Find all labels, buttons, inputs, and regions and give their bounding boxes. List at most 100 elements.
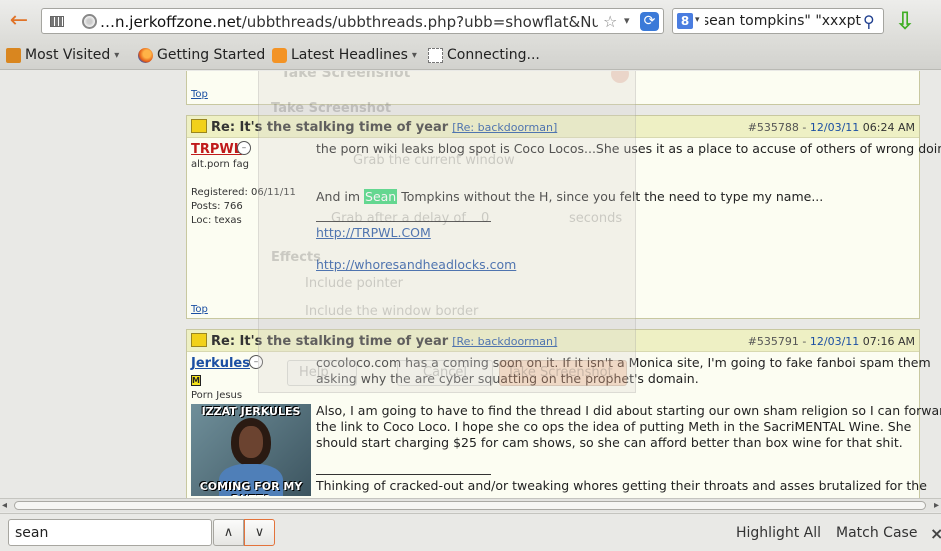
- chevron-down-icon: ∨: [254, 525, 265, 540]
- find-input[interactable]: [8, 519, 212, 546]
- reply-to-link[interactable]: [Re: backdoorman]: [452, 121, 557, 134]
- text-segment: And im: [316, 189, 365, 204]
- google-icon[interactable]: 8: [677, 13, 693, 29]
- post-line: the porn wiki leaks blog spot is Coco Lo…: [316, 141, 941, 156]
- search-bar[interactable]: 8 ▾ sean tompkins" "xxxpt" ⚲: [672, 8, 884, 34]
- bookmark-latest-headlines[interactable]: Latest Headlines ▾: [272, 47, 417, 63]
- post-535788: Re: It's the stalking time of year [Re: b…: [186, 115, 941, 319]
- subject-text: Re: It's the stalking time of year: [211, 120, 449, 135]
- subject-text: Re: It's the stalking time of year: [211, 334, 449, 349]
- post-header: Re: It's the stalking time of year [Re: b…: [187, 330, 919, 352]
- username-link[interactable]: TRPWL: [191, 142, 242, 157]
- post-header: Re: It's the stalking time of year [Re: b…: [187, 116, 919, 138]
- user-stats: Registered: 06/11/11 Posts: 766 Loc: tex…: [191, 186, 296, 228]
- post-number[interactable]: #535788: [748, 121, 799, 134]
- rss-icon: [272, 47, 287, 63]
- post-meta: #535788 - 12/03/11 06:24 AM: [748, 121, 915, 134]
- book-icon: [191, 333, 207, 347]
- post-subject: Re: It's the stalking time of year [Re: b…: [211, 120, 557, 135]
- close-icon[interactable]: ×: [930, 524, 941, 543]
- scrollbar-thumb[interactable]: [14, 501, 926, 510]
- meta-separator: -: [798, 335, 810, 348]
- moderator-badge: M: [191, 375, 201, 386]
- post-time: 07:16 AM: [862, 335, 915, 348]
- chevron-down-icon: ▾: [114, 49, 120, 61]
- book-icon: [191, 119, 207, 133]
- bookmark-label: Getting Started: [157, 47, 266, 63]
- post-meta: #535791 - 12/03/11 07:16 AM: [748, 335, 915, 348]
- url-history-dropdown-icon[interactable]: ▾: [624, 14, 630, 27]
- top-link[interactable]: Top: [191, 304, 208, 315]
- find-next-button[interactable]: ∨: [244, 519, 275, 546]
- post-subject: Re: It's the stalking time of year [Re: b…: [211, 334, 557, 349]
- post-number[interactable]: #535791: [748, 335, 799, 348]
- chevron-down-icon: ▾: [411, 49, 417, 61]
- find-bar: ∧ ∨ Highlight All Match Case ×: [0, 513, 941, 551]
- download-arrow-icon[interactable]: ⇩: [892, 8, 918, 34]
- signature-link[interactable]: http://TRPWL.COM: [316, 225, 431, 240]
- post-535791: Re: It's the stalking time of year [Re: b…: [186, 329, 941, 498]
- post-line: asking why the are cyber squatting on th…: [316, 371, 699, 386]
- bookmark-most-visited[interactable]: Most Visited ▾: [6, 47, 119, 63]
- scroll-right-icon[interactable]: ▸: [934, 500, 939, 511]
- post-line: And im Sean Tompkins without the H, sinc…: [316, 189, 823, 205]
- signature-line: http://whoresandheadlocks.com: [316, 257, 516, 273]
- post-time: 06:24 AM: [862, 121, 915, 134]
- signature-divider: [316, 474, 491, 475]
- url-path: /ubbthreads/ubbthreads.php?ubb=showflat&…: [241, 13, 598, 31]
- post-date: 12/03/11: [809, 121, 860, 134]
- signature-link[interactable]: http://whoresandheadlocks.com: [316, 257, 516, 272]
- reload-icon[interactable]: ⟳: [640, 12, 659, 31]
- back-button[interactable]: ←: [6, 8, 32, 34]
- reply-to-link[interactable]: [Re: backdoorman]: [452, 335, 557, 348]
- page-content: Top Re: It's the stalking time of year [R…: [0, 71, 941, 498]
- scroll-left-icon[interactable]: ◂: [2, 500, 7, 511]
- username-link[interactable]: Jerkules: [191, 356, 250, 371]
- post-count: Posts: 766: [191, 201, 243, 212]
- back-arrow-icon: ←: [9, 8, 29, 33]
- firefox-icon: [138, 47, 153, 63]
- post-line: cocoloco.com has a coming soon on it. If…: [316, 355, 931, 370]
- post-previous: Top: [186, 71, 920, 105]
- bookmarks-toolbar: Most Visited ▾ Getting Started Latest He…: [0, 42, 941, 70]
- chevron-up-icon: ∧: [223, 525, 234, 540]
- url-text[interactable]: …n.jerkoffzone.net/ubbthreads/ubbthreads…: [100, 13, 598, 31]
- most-visited-icon: [6, 47, 21, 63]
- top-link[interactable]: Top: [191, 89, 208, 100]
- highlight-all-button[interactable]: Highlight All: [736, 525, 821, 541]
- post-line: Also, I am going to have to find the thr…: [316, 403, 941, 418]
- signature-line: Thinking of cracked-out and/or tweaking …: [316, 478, 927, 493]
- avatar-face: [239, 426, 263, 458]
- page-grid-icon[interactable]: [50, 16, 64, 27]
- avatar-caption-bottom: COMING FOR MY BUTT?: [199, 480, 303, 496]
- search-go-icon[interactable]: ⚲: [863, 12, 875, 31]
- signature-divider: [316, 221, 491, 222]
- site-identity-icon[interactable]: [82, 14, 97, 29]
- find-highlight: Sean: [364, 189, 398, 204]
- offline-status-icon: –: [237, 141, 251, 155]
- search-engine-caret-icon[interactable]: ▾: [695, 15, 700, 25]
- bookmark-getting-started[interactable]: Getting Started: [138, 47, 265, 63]
- signature-line: http://TRPWL.COM: [316, 225, 431, 241]
- find-previous-button[interactable]: ∧: [213, 519, 244, 546]
- bookmark-label: Latest Headlines: [291, 47, 408, 63]
- post-date: 12/03/11: [809, 335, 860, 348]
- text-segment: Tompkins without the H, since you felt t…: [397, 189, 824, 204]
- user-avatar: IZZAT JERKULES COMING FOR MY BUTT?: [191, 404, 311, 496]
- horizontal-scrollbar[interactable]: ◂ ▸: [0, 498, 941, 512]
- bookmark-label: Most Visited: [25, 47, 111, 63]
- url-host: …n.jerkoffzone.net: [100, 13, 242, 31]
- navigation-toolbar: ← …n.jerkoffzone.net/ubbthreads/ubbthrea…: [0, 0, 941, 42]
- search-input[interactable]: sean tompkins" "xxxpt": [705, 13, 861, 29]
- registered-date: Registered: 06/11/11: [191, 187, 296, 198]
- url-bar[interactable]: …n.jerkoffzone.net/ubbthreads/ubbthreads…: [41, 8, 664, 34]
- post-line: should start charging $25 for cam shows,…: [316, 435, 903, 450]
- offline-status-icon: –: [249, 355, 263, 369]
- page-icon: [428, 47, 443, 63]
- location: Loc: texas: [191, 215, 242, 226]
- user-title: alt.porn fag: [191, 159, 249, 170]
- bookmark-star-icon[interactable]: ☆: [603, 12, 617, 31]
- match-case-button[interactable]: Match Case: [836, 525, 917, 541]
- avatar-caption-top: IZZAT JERKULES: [201, 405, 301, 418]
- bookmark-connecting[interactable]: Connecting...: [428, 47, 540, 63]
